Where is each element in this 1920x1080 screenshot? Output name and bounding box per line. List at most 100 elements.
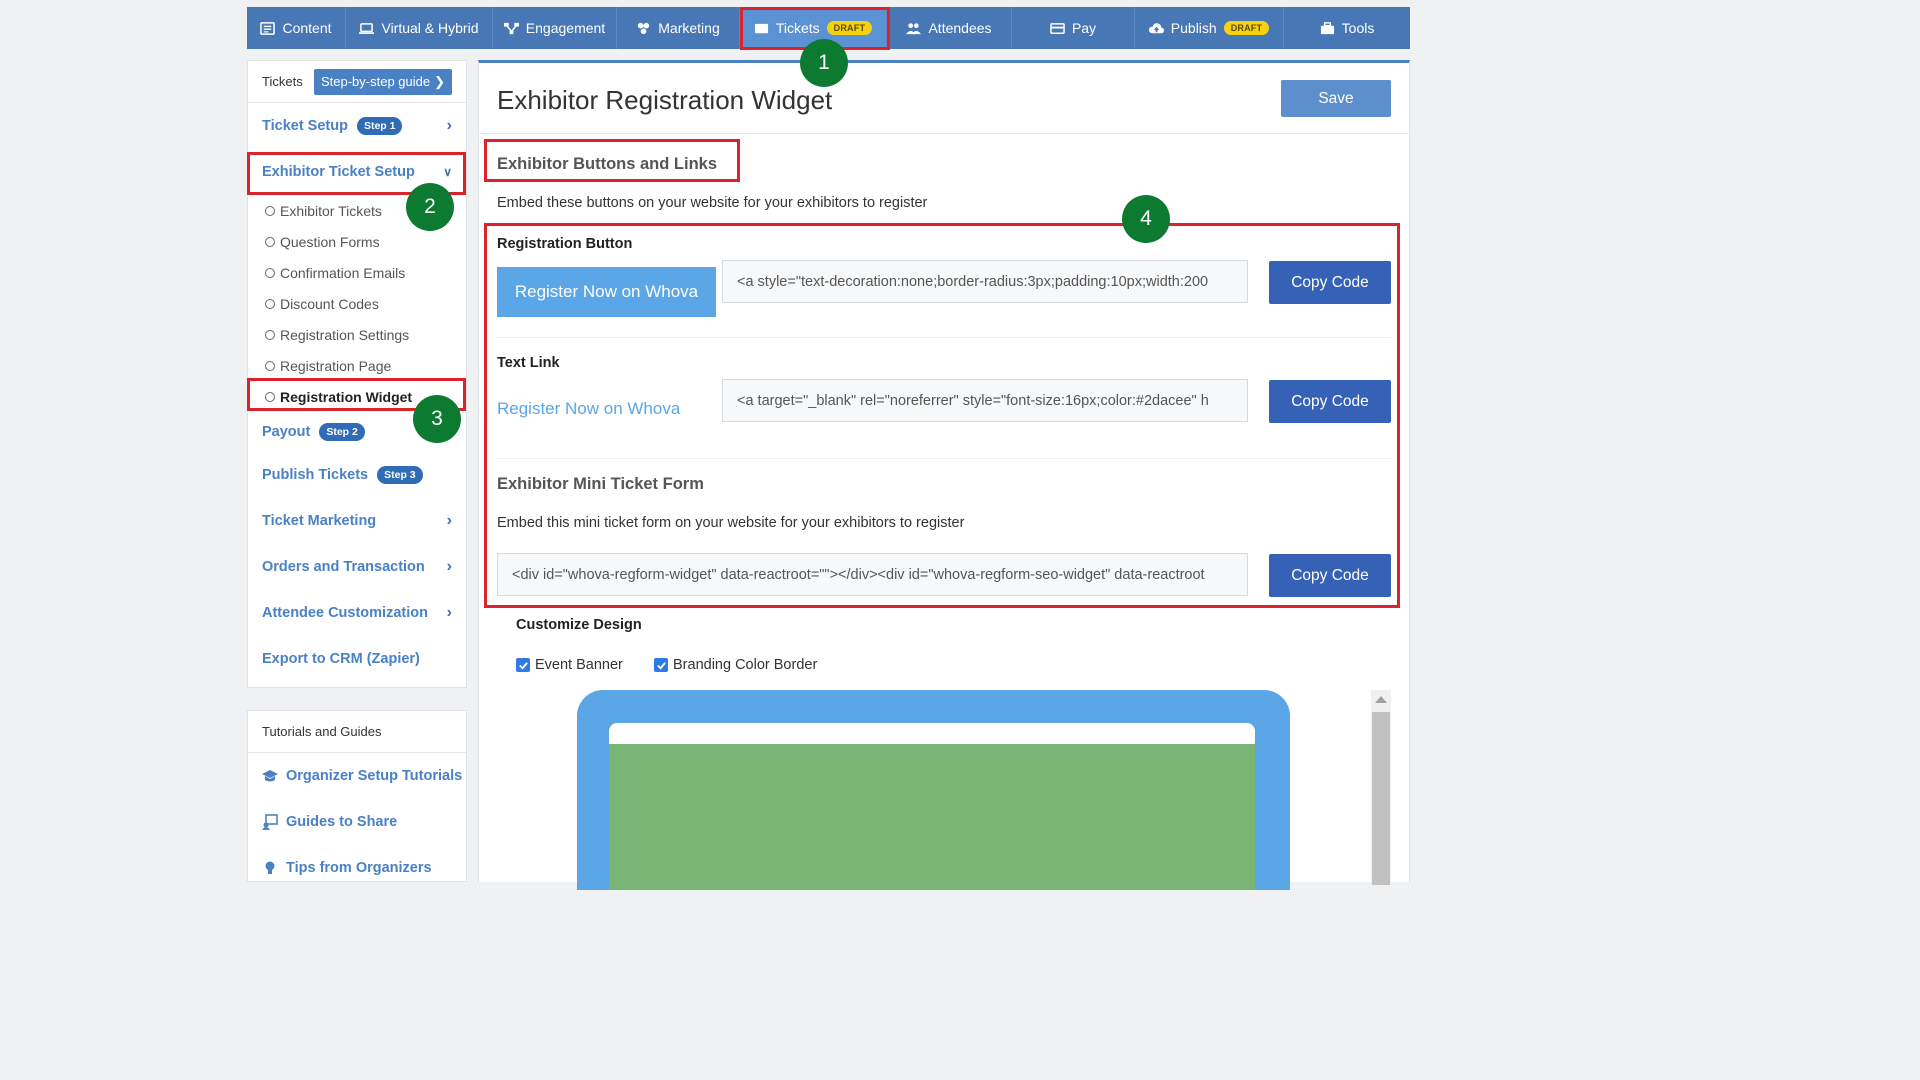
annotation-marker-4: 4 — [1122, 195, 1170, 243]
text-link-label: Text Link — [497, 355, 560, 371]
copy-code-button-registration[interactable]: Copy Code — [1269, 261, 1391, 304]
draft-badge: DRAFT — [826, 21, 873, 35]
sidebar-item-ticket-marketing[interactable]: Ticket Marketing › — [248, 498, 466, 544]
preview-banner — [609, 744, 1255, 890]
sidebar-item-label: Ticket Marketing — [262, 513, 377, 529]
tutorials-panel: Tutorials and Guides Organizer Setup Tut… — [247, 710, 467, 882]
sidebar-header: Tickets Step-by-step guide ❯ — [248, 61, 466, 103]
share-guide-icon — [262, 814, 278, 830]
circle-icon — [265, 298, 275, 309]
nav-tools[interactable]: Tools — [1284, 7, 1410, 49]
customize-design-title: Customize Design — [516, 617, 642, 633]
cloud-upload-icon — [1148, 22, 1164, 33]
chevron-right-icon: › — [446, 604, 452, 621]
sidebar-item-attendee-customization[interactable]: Attendee Customization › — [248, 590, 466, 636]
tutorial-label: Organizer Setup Tutorials — [286, 768, 463, 784]
nav-label: Pay — [1071, 20, 1097, 36]
main-panel: Exhibitor Registration Widget Save Exhib… — [478, 60, 1410, 890]
divider — [497, 458, 1391, 459]
chevron-down-icon: ∨ — [443, 165, 452, 179]
checkbox-checked-icon — [516, 658, 530, 672]
sidebar-subitem-registration-page[interactable]: Registration Page — [248, 350, 466, 381]
nav-content[interactable]: Content — [247, 7, 346, 49]
branding-color-border-checkbox[interactable]: Branding Color Border — [654, 657, 817, 673]
marketing-icon — [638, 22, 650, 34]
register-now-button-preview[interactable]: Register Now on Whova — [497, 267, 716, 317]
ticket-icon — [754, 23, 768, 33]
sidebar-item-orders[interactable]: Orders and Transaction › — [248, 544, 466, 590]
subitem-label: Confirmation Emails — [280, 264, 406, 281]
circle-icon — [265, 267, 275, 278]
circle-icon — [265, 236, 275, 247]
subitem-label: Question Forms — [280, 233, 380, 250]
annotation-marker-2: 2 — [406, 183, 454, 231]
circle-icon — [265, 205, 275, 216]
circle-icon — [265, 360, 275, 371]
chevron-right-icon: › — [446, 117, 452, 134]
graduation-cap-icon — [262, 770, 278, 782]
step-by-step-guide-button[interactable]: Step-by-step guide ❯ — [313, 68, 452, 95]
tutorials-title: Tutorials and Guides — [262, 724, 382, 739]
subitem-label: Discount Codes — [280, 295, 379, 312]
tutorial-guides-to-share[interactable]: Guides to Share — [248, 799, 466, 845]
step-badge: Step 1 — [356, 117, 403, 135]
scroll-up-arrow-icon[interactable] — [1375, 696, 1387, 703]
step-badge: Step 2 — [319, 423, 365, 441]
nav-label: Marketing — [658, 20, 720, 36]
nav-pay[interactable]: Pay — [1012, 7, 1135, 49]
nav-label: Attendees — [928, 20, 992, 36]
nav-label: Tickets — [775, 20, 820, 36]
section-title: Exhibitor Buttons and Links — [497, 155, 718, 173]
subitem-label: Exhibitor Tickets — [280, 202, 382, 219]
section-description: Embed these buttons on your website for … — [497, 195, 928, 211]
divider — [479, 133, 1409, 134]
annotation-marker-3: 3 — [413, 395, 461, 443]
mini-form-description: Embed this mini ticket form on your webs… — [497, 515, 965, 531]
engagement-icon — [503, 22, 519, 34]
subitem-label: Registration Widget — [280, 388, 413, 405]
register-now-text-link[interactable]: Register Now on Whova — [497, 399, 680, 419]
nav-marketing[interactable]: Marketing — [617, 7, 740, 49]
sidebar-item-label: Publish Tickets — [262, 467, 369, 483]
sidebar-subitem-discount-codes[interactable]: Discount Codes — [248, 288, 466, 319]
tutorial-tips[interactable]: Tips from Organizers — [248, 845, 466, 891]
page-title: Exhibitor Registration Widget — [497, 85, 833, 115]
registration-button-label: Registration Button — [497, 236, 633, 252]
circle-icon — [265, 329, 275, 340]
chevron-right-icon: › — [446, 512, 452, 529]
copy-code-button-text-link[interactable]: Copy Code — [1269, 380, 1391, 423]
sidebar-item-label: Orders and Transaction — [262, 559, 425, 575]
mini-form-code[interactable]: <div id="whova-regform-widget" data-reac… — [497, 553, 1248, 596]
nav-virtual-hybrid[interactable]: Virtual & Hybrid — [346, 7, 493, 49]
sidebar-item-label: Exhibitor Ticket Setup — [262, 164, 415, 180]
nav-publish[interactable]: Publish DRAFT — [1135, 7, 1284, 49]
registration-button-code[interactable]: <a style="text-decoration:none;border-ra… — [722, 260, 1248, 303]
sidebar-item-ticket-setup[interactable]: Ticket Setup Step 1 › — [248, 103, 466, 149]
nav-label: Content — [282, 20, 332, 36]
copy-code-button-mini-form[interactable]: Copy Code — [1269, 554, 1391, 597]
sidebar-item-export-crm[interactable]: Export to CRM (Zapier) — [248, 636, 466, 682]
toolbox-icon — [1320, 21, 1334, 34]
sidebar-item-label: Export to CRM (Zapier) — [262, 651, 420, 667]
step-badge: Step 3 — [377, 466, 423, 484]
nav-label: Virtual & Hybrid — [381, 20, 479, 36]
scrollbar-thumb[interactable] — [1372, 712, 1390, 885]
sidebar-item-label: Ticket Setup — [262, 118, 348, 134]
text-link-code[interactable]: <a target="_blank" rel="noreferrer" styl… — [722, 379, 1248, 422]
widget-preview — [577, 690, 1290, 890]
nav-label: Engagement — [525, 20, 606, 36]
sidebar-subitem-confirmation-emails[interactable]: Confirmation Emails — [248, 257, 466, 288]
nav-attendees[interactable]: Attendees — [887, 7, 1012, 49]
guide-button-label: Step-by-step guide — [320, 74, 431, 89]
attendees-icon — [906, 22, 922, 34]
save-button[interactable]: Save — [1281, 80, 1391, 117]
nav-engagement[interactable]: Engagement — [493, 7, 617, 49]
checkbox-label: Branding Color Border — [673, 657, 818, 673]
preview-scrollbar[interactable] — [1371, 690, 1391, 885]
monitor-icon — [359, 22, 375, 34]
event-banner-checkbox[interactable]: Event Banner — [516, 657, 623, 673]
chevron-right-icon: › — [446, 558, 452, 575]
tutorial-organizer-setup[interactable]: Organizer Setup Tutorials — [248, 753, 466, 799]
sidebar-subitem-registration-settings[interactable]: Registration Settings — [248, 319, 466, 350]
sidebar-item-publish-tickets[interactable]: Publish Tickets Step 3 — [248, 452, 466, 498]
